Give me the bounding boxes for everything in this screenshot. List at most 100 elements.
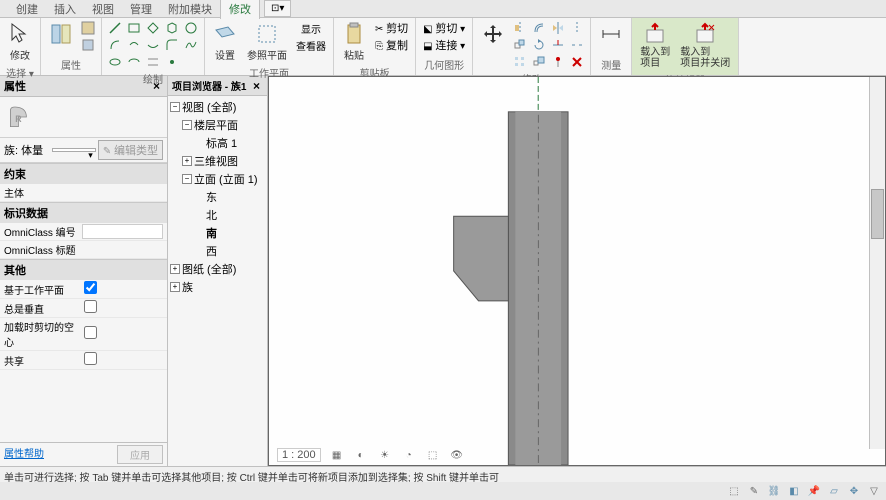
tab-create[interactable]: 创建 [8,0,46,19]
tab-manage[interactable]: 管理 [122,0,160,19]
mirror-pick-button[interactable] [549,20,567,36]
rotate-button[interactable] [530,37,548,53]
edit-type-button[interactable]: ✎ 编辑类型 [98,140,163,160]
tree-toggle[interactable]: − [170,102,180,112]
tree-item[interactable]: 北 [170,206,265,224]
family-type-combo[interactable] [52,148,96,152]
tree-item[interactable]: +族 [170,278,265,296]
detail-level-icon[interactable]: ▦ [329,447,345,463]
tree-toggle[interactable]: + [170,282,180,292]
array-button[interactable] [511,54,529,70]
viewport[interactable]: 1 : 200 ▦ ◐ ☀ ◔ ⬚ 👁 [268,76,886,466]
set-workplane-button[interactable]: 设置 [209,20,241,64]
scale-button[interactable] [530,54,548,70]
arc-tangent-button[interactable] [144,37,162,53]
section-constraint: 约束 [0,163,167,184]
copy-move-button[interactable] [511,37,529,53]
scrollbar-vertical[interactable] [869,77,885,449]
drawing-canvas[interactable] [269,77,885,465]
select-group-label[interactable]: 选择 ▾ [4,64,36,81]
status-select-pinned-icon[interactable]: 📌 [806,483,822,499]
spline-button[interactable] [182,37,200,53]
apply-button[interactable]: 应用 [117,445,163,464]
omni-num-input[interactable] [82,224,163,239]
circle-button[interactable] [182,20,200,36]
status-select-underlay-icon[interactable]: ◧ [786,483,802,499]
trim-button[interactable] [549,37,567,53]
family-types-button[interactable] [79,20,97,36]
tree-toggle[interactable]: + [182,156,192,166]
point-button[interactable] [163,54,181,70]
cut-button[interactable]: ✂ 剪切 [372,20,411,36]
ref-plane-button[interactable]: 参照平面 [243,20,291,64]
tree-item[interactable]: 西 [170,242,265,260]
sun-path-icon[interactable]: ☀ [377,447,393,463]
status-select-links-icon[interactable]: ⛓ [766,483,782,499]
status-select-face-icon[interactable]: ▱ [826,483,842,499]
tree-label: 图纸 (全部) [182,261,236,277]
workplane-checkbox[interactable] [84,281,97,294]
cutvoid-checkbox[interactable] [84,326,97,339]
status-worksets-icon[interactable]: ⬚ [726,483,742,499]
ellipse-button[interactable] [106,54,124,70]
partial-ellipse-button[interactable] [125,54,143,70]
move-button[interactable] [477,20,509,48]
load-close-icon [693,22,717,46]
tab-insert[interactable]: 插入 [46,0,84,19]
draw-group-label: 绘制 [106,70,200,87]
pick-lines-button[interactable] [144,54,162,70]
scale-selector[interactable]: 1 : 200 [277,448,321,462]
tree-item[interactable]: −楼层平面 [170,116,265,134]
arc-center-button[interactable] [125,37,143,53]
geo-join-button[interactable]: ⬓ 连接 ▾ [420,37,468,53]
tree-item[interactable]: 南 [170,224,265,242]
tab-addins[interactable]: 附加模块 [160,0,220,19]
browser-tree: −视图 (全部)−楼层平面标高 1+三维视图−立面 (立面 1)东北南西+图纸 … [168,96,267,298]
tree-toggle[interactable]: − [182,174,192,184]
arc-start-button[interactable] [106,37,124,53]
tab-extra-dropdown[interactable]: ⊡▾ [264,0,291,17]
geo-cut-button[interactable]: ⬕ 剪切 ▾ [420,20,468,36]
crop-icon[interactable]: ⬚ [425,447,441,463]
tree-item[interactable]: −视图 (全部) [170,98,265,116]
tree-toggle[interactable]: − [182,120,192,130]
mirror-draw-button[interactable] [568,20,586,36]
split-button[interactable] [568,37,586,53]
properties-button[interactable] [45,20,77,48]
tab-modify[interactable]: 修改 [220,0,260,19]
circumscribed-polygon-button[interactable] [163,20,181,36]
inscribed-polygon-button[interactable] [144,20,162,36]
tree-item[interactable]: −立面 (立面 1) [170,170,265,188]
offset-button[interactable] [530,20,548,36]
modify-button[interactable]: 修改 [4,20,36,64]
tree-item[interactable]: +图纸 (全部) [170,260,265,278]
shadows-icon[interactable]: ◔ [401,447,417,463]
align-button[interactable] [511,20,529,36]
paste-button[interactable]: 粘贴 [338,20,370,64]
pin-button[interactable] [549,54,567,70]
delete-button[interactable] [568,54,586,70]
status-drag-icon[interactable]: ✥ [846,483,862,499]
hide-isolate-icon[interactable]: 👁 [449,447,465,463]
tab-view[interactable]: 视图 [84,0,122,19]
properties-help-link[interactable]: 属性帮助 [4,445,44,464]
visual-style-icon[interactable]: ◐ [353,447,369,463]
tree-item[interactable]: 标高 1 [170,134,265,152]
tree-toggle[interactable]: + [170,264,180,274]
tree-item[interactable]: +三维视图 [170,152,265,170]
shared-checkbox[interactable] [84,352,97,365]
status-design-options-icon[interactable]: ✎ [746,483,762,499]
arc-fillet-button[interactable] [163,37,181,53]
load-into-project-button[interactable]: 载入到 项目 [636,20,674,71]
tree-item[interactable]: 东 [170,188,265,206]
measure-button[interactable] [595,20,627,48]
rectangle-button[interactable] [125,20,143,36]
vertical-checkbox[interactable] [84,300,97,313]
copy-button[interactable]: ⎘ 复制 [372,37,411,53]
family-category-button[interactable] [79,37,97,53]
show-plane-button[interactable]: 显示 [293,20,329,36]
status-filter-icon[interactable]: ▽ [866,483,882,499]
load-close-button[interactable]: 载入到 项目并关闭 [676,20,734,71]
model-line-button[interactable] [106,20,124,36]
viewer-button[interactable]: 查看器 [293,37,329,53]
